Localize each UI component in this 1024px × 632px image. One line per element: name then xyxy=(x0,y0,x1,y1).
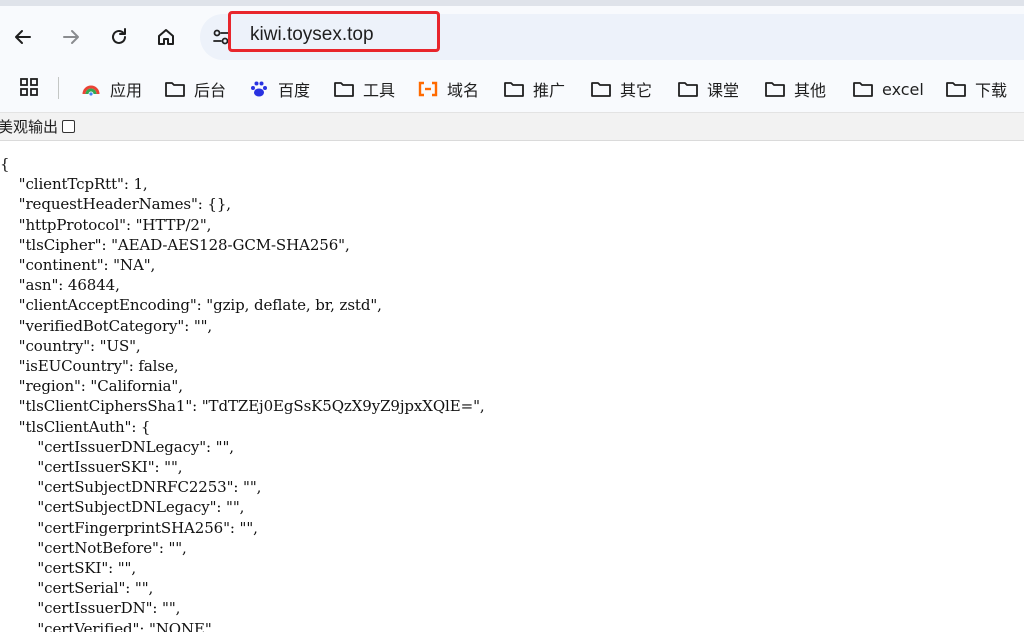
bookmark-label: 课堂 xyxy=(707,81,740,100)
bookmark-domain[interactable]: 域名 xyxy=(417,76,479,102)
folder-icon xyxy=(945,79,967,99)
json-line: "httpProtocol": "HTTP/2", xyxy=(0,215,212,234)
bookmark-label: 下载 xyxy=(975,81,1008,100)
folder-icon xyxy=(164,79,186,99)
bookmarks-separator xyxy=(58,77,59,99)
json-line: "requestHeaderNames": {}, xyxy=(0,195,231,214)
json-content: { "clientTcpRtt": 1, "requestHeaderNames… xyxy=(0,146,1024,632)
bookmark-folder-tools[interactable]: 工具 xyxy=(333,76,395,102)
json-line: "region": "California", xyxy=(0,377,183,396)
json-line: "tlsClientCiphersSha1": "TdTZEj0EgSsK5Qz… xyxy=(0,397,485,416)
bookmark-label: 工具 xyxy=(363,81,396,100)
json-line: "verifiedBotCategory": "", xyxy=(0,316,213,335)
bookmark-label: excel xyxy=(882,79,924,99)
pretty-print-label: 美观输出 xyxy=(0,118,59,136)
bookmark-label: 推广 xyxy=(533,81,566,100)
bookmark-folder-promo[interactable]: 推广 xyxy=(503,76,565,102)
json-line: "certVerified": "NONE", xyxy=(0,619,217,632)
bookmark-label: 后台 xyxy=(194,81,227,100)
json-line: "tlsClientAuth": { xyxy=(0,417,151,436)
json-line: "tlsCipher": "AEAD-AES128-GCM-SHA256", xyxy=(0,235,350,254)
arrow-left-icon xyxy=(15,30,31,44)
json-line: "certIssuerSKI": "", xyxy=(0,458,183,476)
json-line: "clientTcpRtt": 1, xyxy=(0,175,148,194)
json-line: "certIssuerDN": "", xyxy=(0,599,181,618)
bookmark-label: 其他 xyxy=(794,81,827,100)
folder-icon xyxy=(333,79,355,99)
apps-grid-icon xyxy=(20,78,38,96)
json-line: "certSerial": "", xyxy=(0,579,154,598)
reload-button[interactable] xyxy=(104,22,134,52)
folder-icon xyxy=(503,79,525,99)
json-line: "certSubjectDNLegacy": "", xyxy=(0,498,245,517)
reload-icon xyxy=(112,28,126,44)
folder-icon xyxy=(852,79,874,99)
bookmark-folder-backend[interactable]: 后台 xyxy=(164,76,226,102)
folder-icon xyxy=(764,79,786,99)
bookmark-label: 域名 xyxy=(447,81,480,100)
json-line: "certSKI": "", xyxy=(0,559,137,577)
json-line: "clientAcceptEncoding": "gzip, deflate, … xyxy=(0,296,382,315)
json-line: "certFingerprintSHA256": "", xyxy=(0,518,258,537)
back-button[interactable] xyxy=(8,22,38,52)
json-line: "country": "US", xyxy=(0,336,141,355)
json-line: "certIssuerDNLegacy": "", xyxy=(0,437,234,456)
home-icon xyxy=(158,29,174,45)
forward-button[interactable] xyxy=(56,22,86,52)
aliyun-icon xyxy=(417,79,439,99)
bookmark-folder-download[interactable]: 下载 xyxy=(945,76,1007,102)
bookmark-baidu[interactable]: 百度 xyxy=(248,76,310,102)
bookmark-label: 百度 xyxy=(278,81,311,100)
json-line: "certNotBefore": "", xyxy=(0,538,187,557)
home-button[interactable] xyxy=(151,22,181,52)
bookmark-folder-other2[interactable]: 其他 xyxy=(764,76,826,102)
browser-toolbar: kiwi.toysex.top xyxy=(0,6,1024,68)
bookmark-label: 其它 xyxy=(620,81,653,100)
folder-icon xyxy=(590,79,612,99)
json-line: "certSubjectDNRFC2253": "", xyxy=(0,478,262,497)
apps-grid-button[interactable] xyxy=(14,72,44,102)
baidu-paw-icon xyxy=(248,79,270,99)
pretty-print-bar: 美观输出 xyxy=(0,113,1024,141)
pretty-print-checkbox[interactable] xyxy=(62,120,76,133)
json-line: "asn": 46844, xyxy=(0,276,120,295)
json-line: { xyxy=(0,155,10,173)
arrow-right-icon xyxy=(63,30,79,44)
json-line: "continent": "NA", xyxy=(0,256,156,274)
bookmark-folder-other1[interactable]: 其它 xyxy=(590,76,652,102)
json-line: "isEUCountry": false, xyxy=(0,357,179,375)
folder-icon xyxy=(677,79,699,99)
url-highlight-box xyxy=(228,11,440,52)
apps-color-icon xyxy=(80,79,102,99)
bookmark-apps[interactable]: 应用 xyxy=(80,76,142,102)
bookmark-label: 应用 xyxy=(110,81,143,100)
bookmark-folder-excel[interactable]: excel xyxy=(852,76,924,102)
bookmark-folder-class[interactable]: 课堂 xyxy=(677,76,739,102)
